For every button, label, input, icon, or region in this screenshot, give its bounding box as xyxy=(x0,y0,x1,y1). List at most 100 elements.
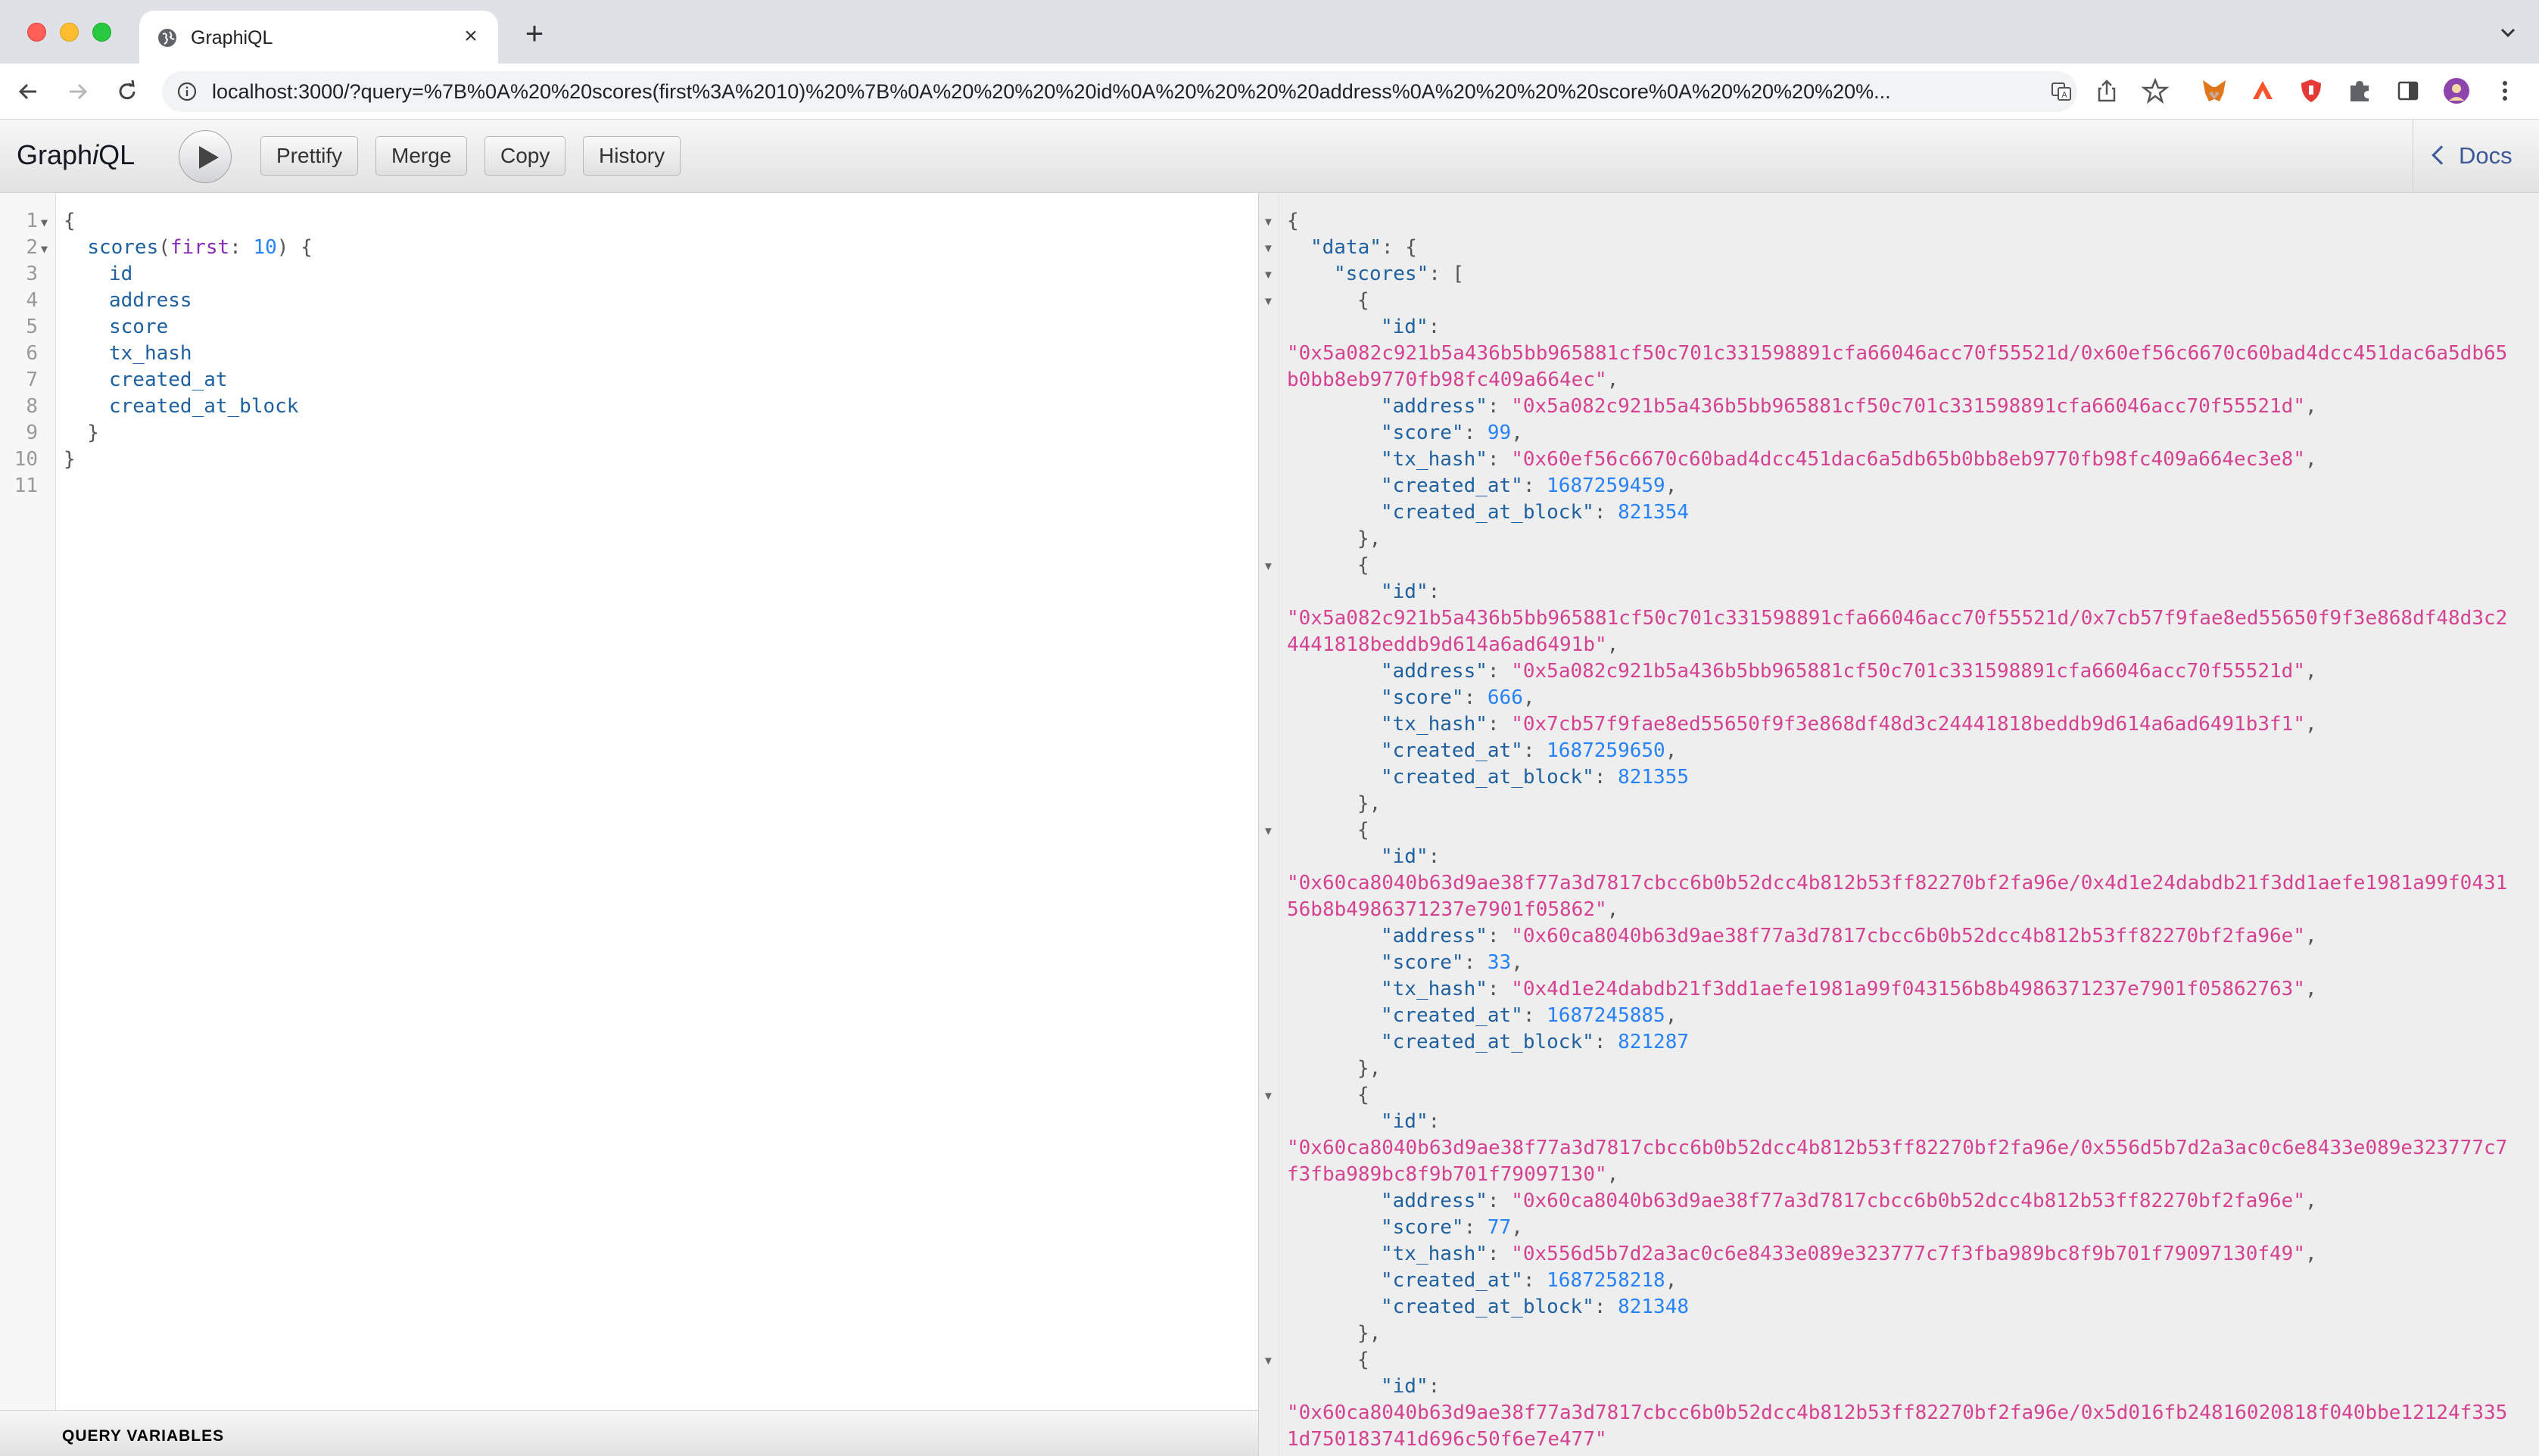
result-score: "score": 33, xyxy=(1381,951,1523,974)
result-id-value: "0x60ca8040b63d9ae38f77a3d7817cbcc6b0b52… xyxy=(1287,1402,2508,1424)
result-record-open: { xyxy=(1357,289,1369,312)
url-text: localhost:3000/?query=%7B%0A%20%20scores… xyxy=(212,80,1891,103)
result-data-key: "data": { xyxy=(1310,236,1417,259)
result-created-at-block: "created_at_block": 821354 xyxy=(1381,501,1689,524)
result-score: "score": 77, xyxy=(1381,1216,1523,1239)
line-number-gutter: 1 2 3 4 5 6 7 8 9 10 11 ▼ ▼ xyxy=(0,193,56,1411)
docs-button[interactable]: Docs xyxy=(2432,142,2513,170)
result-created-at: "created_at": 1687259650, xyxy=(1381,739,1678,762)
share-icon[interactable] xyxy=(2092,76,2121,105)
window-close-button[interactable] xyxy=(27,23,46,42)
query-variables-toggle[interactable]: QUERY VARIABLES xyxy=(0,1410,1258,1456)
new-tab-button[interactable]: + xyxy=(519,17,550,49)
side-panel-icon[interactable] xyxy=(2394,76,2422,105)
result-id-value: "0x60ca8040b63d9ae38f77a3d7817cbcc6b0b52… xyxy=(1287,1137,2508,1159)
result-id-key: "id": xyxy=(1381,316,1441,338)
result-record-close: }, xyxy=(1357,527,1382,550)
fold-arrow-icon[interactable]: ▼ xyxy=(1263,1090,1274,1103)
profile-avatar[interactable] xyxy=(2442,76,2471,105)
brave-wallet-icon[interactable] xyxy=(2248,76,2277,105)
result-id-key: "id": xyxy=(1381,1110,1441,1133)
result-created-at-block: "created_at_block": 821355 xyxy=(1381,766,1689,789)
result-tx-hash: "tx_hash": "0x556d5b7d2a3ac0c6e8433e089e… xyxy=(1381,1243,2317,1265)
query-field-score: score xyxy=(109,316,169,338)
copy-button[interactable]: Copy xyxy=(484,136,566,176)
result-address: "address": "0x60ca8040b63d9ae38f77a3d781… xyxy=(1381,1190,2317,1212)
line-number: 7 xyxy=(26,369,38,391)
fold-arrow-icon[interactable]: ▼ xyxy=(41,242,48,256)
line-number: 6 xyxy=(26,342,38,365)
result-record-open: { xyxy=(1357,1084,1369,1106)
reload-icon[interactable] xyxy=(112,76,142,107)
browser-toolbar: localhost:3000/?query=%7B%0A%20%20scores… xyxy=(0,64,2539,120)
line-number: 9 xyxy=(26,422,38,444)
history-button[interactable]: History xyxy=(583,136,681,176)
query-field-tx-hash: tx_hash xyxy=(109,342,192,365)
fold-arrow-icon[interactable]: ▼ xyxy=(1263,825,1274,838)
window-minimize-button[interactable] xyxy=(60,23,79,42)
metamask-fox-icon[interactable] xyxy=(2200,76,2229,105)
fold-arrow-icon[interactable]: ▼ xyxy=(1263,216,1274,229)
site-info-icon[interactable] xyxy=(177,82,197,101)
fold-arrow-icon[interactable]: ▼ xyxy=(1263,1355,1274,1367)
extensions-puzzle-icon[interactable] xyxy=(2345,76,2374,105)
globe-icon xyxy=(158,29,176,47)
fold-arrow-icon[interactable]: ▼ xyxy=(1263,560,1274,573)
result-id-value-cont: 1d750183741d696c50f6e7e477" xyxy=(1287,1428,1607,1451)
result-id-value-cont: b0bb8eb9770fb98fc409a664ec", xyxy=(1287,369,1619,391)
result-record-close: }, xyxy=(1357,1057,1382,1080)
browser-menu-icon[interactable] xyxy=(2491,76,2519,105)
address-bar[interactable]: localhost:3000/?query=%7B%0A%20%20scores… xyxy=(162,71,2077,112)
fold-arrow-icon[interactable]: ▼ xyxy=(1263,269,1274,282)
line-number: 3 xyxy=(26,263,38,285)
result-scores-key: "scores": [ xyxy=(1334,263,1465,285)
merge-button[interactable]: Merge xyxy=(375,136,468,176)
line-number: 1 xyxy=(26,210,38,232)
tab-title: GraphiQL xyxy=(191,27,273,48)
result-id-key: "id": xyxy=(1381,580,1441,603)
result-tx-hash: "tx_hash": "0x4d1e24dabdb21f3dd1aefe1981… xyxy=(1381,978,2317,1000)
browser-tab-graphiql[interactable]: GraphiQL × xyxy=(139,11,498,64)
shield-extension-icon[interactable] xyxy=(2297,76,2326,105)
result-created-at: "created_at": 1687258218, xyxy=(1381,1269,1678,1292)
result-created-at: "created_at": 1687259459, xyxy=(1381,474,1678,497)
prettify-button[interactable]: Prettify xyxy=(260,136,359,176)
tab-search-chevron-icon[interactable] xyxy=(2497,21,2519,44)
fold-arrow-icon[interactable]: ▼ xyxy=(1263,295,1274,308)
query-field-created-at-block: created_at_block xyxy=(109,395,299,418)
query-editor[interactable]: 1 2 3 4 5 6 7 8 9 10 11 ▼ ▼ { scores(fir… xyxy=(0,193,1258,1456)
result-address: "address": "0x60ca8040b63d9ae38f77a3d781… xyxy=(1381,925,2317,947)
bookmark-star-icon[interactable] xyxy=(2141,76,2170,105)
result-score: "score": 666, xyxy=(1381,686,1535,709)
result-record-open: { xyxy=(1357,554,1369,577)
result-record-close: }, xyxy=(1357,792,1382,815)
graphiql-logo: GraphiQL xyxy=(17,139,136,170)
back-arrow-icon[interactable] xyxy=(14,76,44,107)
fold-arrow-icon[interactable]: ▼ xyxy=(1263,242,1274,255)
execute-query-button[interactable] xyxy=(179,130,232,183)
query-line-close-selection: } xyxy=(64,422,99,444)
result-created-at-block: "created_at_block": 821348 xyxy=(1381,1296,1689,1318)
tab-close-icon[interactable]: × xyxy=(457,23,484,50)
window-zoom-button[interactable] xyxy=(92,23,111,42)
result-tx-hash: "tx_hash": "0x7cb57f9fae8ed55650f9f3e868… xyxy=(1381,713,2317,736)
result-id-value-cont: f3fba989bc8f9b701f79097130", xyxy=(1287,1163,1619,1186)
result-id-value: "0x5a082c921b5a436b5bb965881cf50c701c331… xyxy=(1287,342,2508,365)
result-tx-hash: "tx_hash": "0x60ef56c6670c60bad4dcc451da… xyxy=(1381,448,2317,471)
query-line-open-brace: { xyxy=(64,210,76,232)
line-number: 4 xyxy=(26,289,38,312)
result-record-open: { xyxy=(1357,819,1369,842)
query-variables-label: QUERY VARIABLES xyxy=(62,1427,225,1445)
docs-explorer-toggle[interactable]: Docs xyxy=(2413,120,2539,193)
graphiql-toolbar: GraphiQL Prettify Merge Copy History Doc… xyxy=(0,120,2539,193)
result-id-value: "0x5a082c921b5a436b5bb965881cf50c701c331… xyxy=(1287,607,2508,630)
result-record-open: { xyxy=(1357,1349,1369,1371)
forward-arrow-icon[interactable] xyxy=(62,76,92,107)
translate-icon[interactable]: A xyxy=(2050,80,2073,103)
query-field-address: address xyxy=(109,289,192,312)
browser-tab-strip: GraphiQL × + xyxy=(0,0,2539,64)
result-id-key: "id": xyxy=(1381,1375,1441,1398)
result-id-key: "id": xyxy=(1381,845,1441,868)
line-number: 5 xyxy=(26,316,38,338)
fold-arrow-icon[interactable]: ▼ xyxy=(41,216,48,229)
